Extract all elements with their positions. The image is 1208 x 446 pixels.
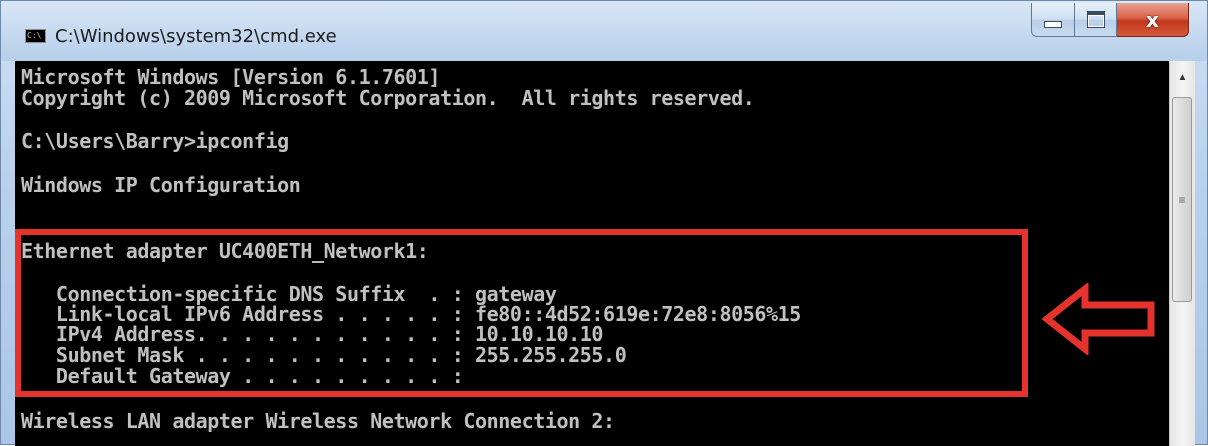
scroll-up-button[interactable]: ▲ — [1170, 61, 1195, 93]
maximize-icon — [1086, 11, 1105, 28]
left-arrow-icon — [1041, 283, 1155, 355]
vertical-scrollbar[interactable]: ▲ ≡ — [1169, 61, 1195, 446]
close-button[interactable]: x — [1117, 3, 1189, 37]
console-line: Microsoft Windows [Version 6.1.7601] — [21, 65, 441, 89]
caption-buttons: x — [1031, 3, 1189, 39]
close-icon: x — [1146, 7, 1159, 32]
title-bar[interactable]: C:\ C:\Windows\system32\cmd.exe x — [1, 1, 1207, 61]
console-line: C:\Users\Barry>ipconfig — [21, 129, 289, 153]
console-line: Copyright (c) 2009 Microsoft Corporation… — [21, 86, 755, 110]
console-line: Windows IP Configuration — [21, 173, 301, 197]
scroll-thumb[interactable]: ≡ — [1172, 97, 1192, 302]
cmd-app-icon[interactable]: C:\ — [25, 29, 46, 43]
minimize-button[interactable] — [1031, 3, 1075, 37]
cmd-window: C:\ C:\Windows\system32\cmd.exe x Micros… — [0, 0, 1208, 446]
scroll-up-arrow-icon: ▲ — [1177, 71, 1188, 83]
window-title: C:\Windows\system32\cmd.exe — [55, 26, 337, 47]
grip-icon: ≡ — [1178, 192, 1186, 207]
minimize-icon — [1044, 21, 1062, 28]
maximize-button[interactable] — [1075, 3, 1117, 37]
console-line: Wireless LAN adapter Wireless Network Co… — [21, 409, 615, 433]
highlight-box — [15, 229, 1028, 397]
